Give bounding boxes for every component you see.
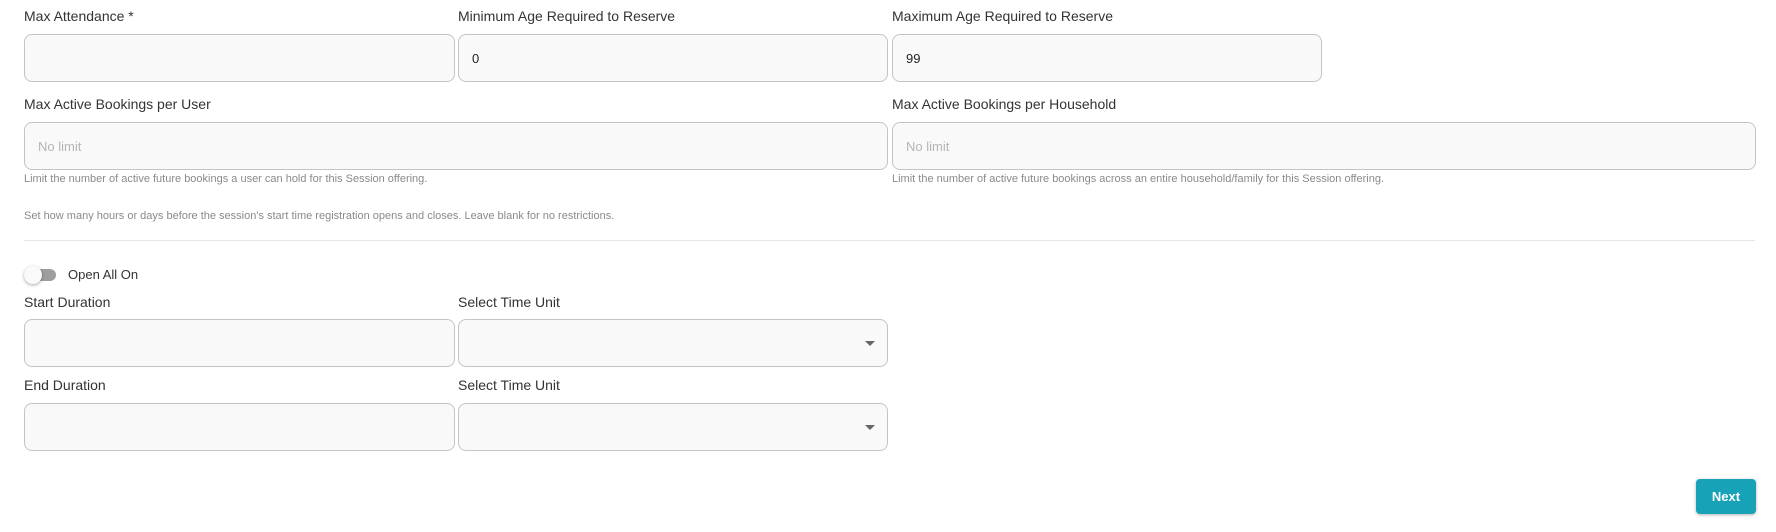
end-duration-input[interactable] (24, 403, 455, 451)
max-age-input[interactable] (892, 34, 1322, 82)
end-duration-label: End Duration (24, 377, 106, 393)
max-age-label: Maximum Age Required to Reserve (892, 8, 1113, 24)
open-all-on-label: Open All On (68, 267, 139, 282)
registration-window-help: Set how many hours or days before the se… (24, 210, 615, 222)
start-duration-label: Start Duration (24, 294, 111, 310)
end-time-unit-label: Select Time Unit (458, 377, 560, 393)
per-household-label: Max Active Bookings per Household (892, 96, 1117, 112)
per-household-bookings-input[interactable] (892, 122, 1756, 170)
max-attendance-input[interactable] (24, 34, 455, 82)
max-attendance-label: Max Attendance * (24, 8, 134, 24)
per-user-label: Max Active Bookings per User (24, 96, 211, 112)
open-all-on-toggle[interactable] (24, 266, 58, 284)
next-button[interactable]: Next (1696, 479, 1756, 514)
per-household-help-text: Limit the number of active future bookin… (892, 173, 1385, 185)
min-age-label: Minimum Age Required to Reserve (458, 8, 676, 24)
end-time-unit-select[interactable] (458, 403, 888, 451)
per-user-help-text: Limit the number of active future bookin… (24, 173, 428, 185)
min-age-input[interactable] (458, 34, 888, 82)
toggle-knob (24, 266, 42, 284)
section-divider (24, 240, 1755, 241)
caret-down-icon (865, 341, 875, 346)
start-time-unit-label: Select Time Unit (458, 294, 560, 310)
caret-down-icon (865, 425, 875, 430)
per-user-bookings-input[interactable] (24, 122, 888, 170)
start-duration-input[interactable] (24, 319, 455, 367)
start-time-unit-select[interactable] (458, 319, 888, 367)
